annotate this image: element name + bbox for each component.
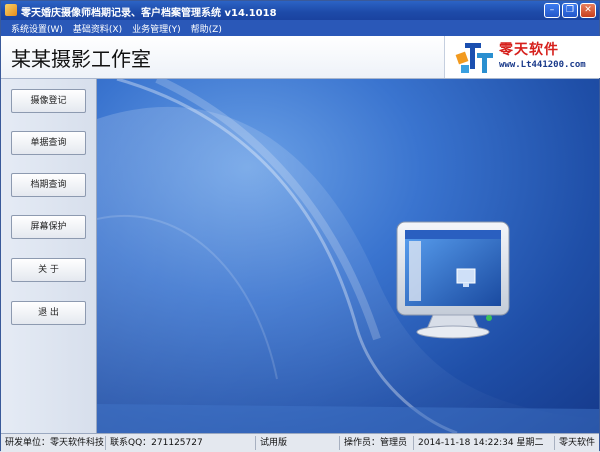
app-window: 零天婚庆摄像师档期记录、客户档案管理系统 v14.1018 – ❐ ✕ 系统设置… bbox=[0, 0, 600, 452]
studio-name: 某某摄影工作室 bbox=[11, 47, 151, 71]
menu-basic-data[interactable]: 基础资料(X) bbox=[73, 22, 122, 35]
monitor-icon bbox=[396, 221, 510, 339]
brand-name: 零天软件 bbox=[499, 42, 559, 58]
website-text: www.Lt441200.com bbox=[499, 60, 586, 70]
screensaver-button[interactable]: 屏幕保护 bbox=[11, 215, 86, 239]
window-title: 零天婚庆摄像师档期记录、客户档案管理系统 v14.1018 bbox=[21, 8, 277, 19]
menu-business[interactable]: 业务管理(Y) bbox=[132, 22, 181, 35]
desktop-wallpaper bbox=[97, 79, 599, 433]
header-banner: 某某摄影工作室 零天软件 www.Lt441200.com bbox=[1, 36, 600, 79]
menu-system-settings[interactable]: 系统设置(W) bbox=[11, 22, 63, 35]
company-logo: 零天软件 www.Lt441200.com bbox=[444, 36, 600, 78]
status-operator: 操作员：管理员 bbox=[340, 436, 414, 450]
sidebar: 摄像登记 单据查询 档期查询 屏幕保护 关 于 退 出 bbox=[1, 79, 97, 433]
register-button[interactable]: 摄像登记 bbox=[11, 89, 86, 113]
status-edition: 试用版 bbox=[256, 436, 340, 450]
restore-icon[interactable]: ❐ bbox=[562, 3, 578, 18]
status-bar: 研发单位：零天软件科技 联系QQ：271125727 试用版 操作员：管理员 2… bbox=[1, 433, 599, 452]
status-contact: 联系QQ：271125727 bbox=[106, 436, 256, 450]
order-query-button[interactable]: 单据查询 bbox=[11, 131, 86, 155]
title-bar[interactable]: 零天婚庆摄像师档期记录、客户档案管理系统 v14.1018 – ❐ ✕ bbox=[1, 1, 599, 20]
menu-bar: 系统设置(W) 基础资料(X) 业务管理(Y) 帮助(Z) bbox=[1, 20, 599, 36]
minimize-icon[interactable]: – bbox=[544, 3, 560, 18]
wallpaper-art bbox=[97, 79, 599, 433]
schedule-query-button[interactable]: 档期查询 bbox=[11, 173, 86, 197]
status-developer: 研发单位：零天软件科技 bbox=[1, 436, 106, 450]
exit-button[interactable]: 退 出 bbox=[11, 301, 86, 325]
menu-help[interactable]: 帮助(Z) bbox=[191, 22, 222, 35]
status-vendor: 零天软件 bbox=[559, 438, 596, 448]
app-icon bbox=[5, 4, 17, 16]
close-icon[interactable]: ✕ bbox=[580, 3, 596, 18]
logo-mark-icon bbox=[455, 43, 493, 73]
about-button[interactable]: 关 于 bbox=[11, 258, 86, 282]
status-datetime: 2014-11-18 14:22:34 星期二 bbox=[414, 436, 555, 450]
